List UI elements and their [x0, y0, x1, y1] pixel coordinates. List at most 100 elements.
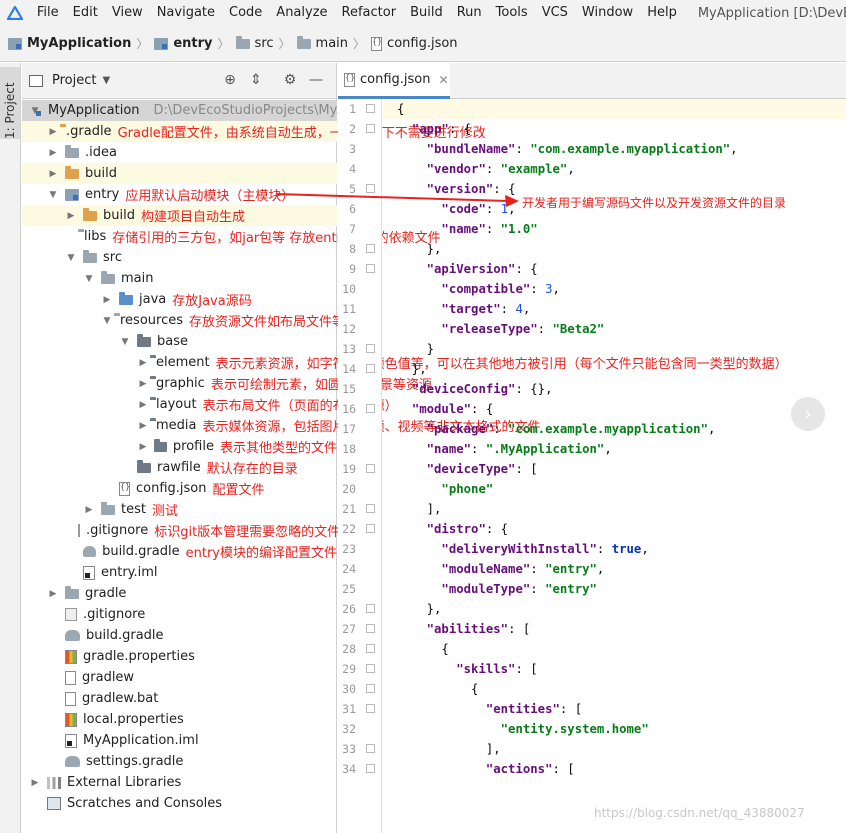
- menu-navigate[interactable]: Navigate: [150, 0, 222, 26]
- tree-item[interactable]: local.properties: [22, 709, 337, 730]
- minimize-icon[interactable]: —: [308, 72, 324, 88]
- menu-code[interactable]: Code: [222, 0, 269, 26]
- tree-item[interactable]: ▼ entry 应用默认启动模块（主模块）: [22, 184, 337, 205]
- tree-item[interactable]: ▼ base: [22, 331, 337, 352]
- tree-item[interactable]: ▶ External Libraries: [22, 772, 337, 793]
- breadcrumb-item-main[interactable]: main 〉: [296, 35, 372, 52]
- fold-marker-icon[interactable]: [366, 104, 375, 113]
- tree-item[interactable]: ▶ gradle: [22, 583, 337, 604]
- tree-item[interactable]: gradlew.bat: [22, 688, 337, 709]
- collapsed-arrow-icon[interactable]: ▶: [82, 505, 96, 515]
- chevron-down-icon[interactable]: ▼: [102, 75, 110, 86]
- tree-item[interactable]: ▶ profile 表示其他类型的文件: [22, 436, 337, 457]
- fold-marker-icon[interactable]: [366, 524, 375, 533]
- collapsed-arrow-icon[interactable]: ▶: [136, 358, 150, 368]
- expanded-arrow-icon[interactable]: ▼: [82, 274, 96, 284]
- menu-edit[interactable]: Edit: [66, 0, 105, 26]
- tree-item[interactable]: ▼ src: [22, 247, 337, 268]
- tree-item[interactable]: config.json 配置文件: [22, 478, 337, 499]
- fold-marker-icon[interactable]: [366, 644, 375, 653]
- collapsed-arrow-icon[interactable]: ▶: [136, 379, 150, 389]
- tree-item[interactable]: ▶ build 构建项目自动生成: [22, 205, 337, 226]
- gear-icon[interactable]: ⚙: [282, 72, 298, 88]
- fold-marker-icon[interactable]: [366, 664, 375, 673]
- tree-item[interactable]: ▼ main: [22, 268, 337, 289]
- tree-item[interactable]: gradlew: [22, 667, 337, 688]
- collapsed-arrow-icon[interactable]: ▶: [64, 211, 78, 221]
- tree-item[interactable]: build.gradle: [22, 625, 337, 646]
- fold-marker-icon[interactable]: [366, 264, 375, 273]
- fold-marker-icon[interactable]: [366, 404, 375, 413]
- fold-marker-icon[interactable]: [366, 704, 375, 713]
- scroll-next-button[interactable]: ›: [791, 397, 825, 431]
- menu-help[interactable]: Help: [640, 0, 684, 26]
- menu-tools[interactable]: Tools: [489, 0, 535, 26]
- breadcrumb-item-entry[interactable]: entry 〉: [154, 35, 235, 52]
- menu-build[interactable]: Build: [403, 0, 450, 26]
- collapsed-arrow-icon[interactable]: ▶: [136, 421, 150, 431]
- tree-item[interactable]: ▶ build: [22, 163, 337, 184]
- tree-item[interactable]: ▶ .idea: [22, 142, 337, 163]
- fold-marker-icon[interactable]: [366, 624, 375, 633]
- fold-marker-icon[interactable]: [366, 684, 375, 693]
- collapsed-arrow-icon[interactable]: ▶: [46, 169, 60, 179]
- tree-item[interactable]: rawfile 默认存在的目录: [22, 457, 337, 478]
- collapse-all-icon[interactable]: ⇕: [248, 72, 264, 88]
- menu-file[interactable]: File: [30, 0, 66, 26]
- fold-marker-icon[interactable]: [366, 364, 375, 373]
- collapsed-arrow-icon[interactable]: ▶: [28, 778, 42, 788]
- tree-item[interactable]: MyApplication.iml: [22, 730, 337, 751]
- collapsed-arrow-icon[interactable]: ▶: [136, 442, 150, 452]
- collapsed-arrow-icon[interactable]: ▶: [46, 127, 60, 137]
- fold-marker-icon[interactable]: [366, 604, 375, 613]
- locate-target-icon[interactable]: ⊕: [222, 72, 238, 88]
- tree-item[interactable]: ▼ resources 存放资源文件如布局文件等: [22, 310, 345, 331]
- tree-item[interactable]: ▶ .gradle Gradle配置文件，由系统自动生成，一般情况下不需要进行修改: [22, 121, 486, 142]
- fold-marker-icon[interactable]: [366, 464, 375, 473]
- menu-view[interactable]: View: [105, 0, 150, 26]
- tree-item[interactable]: ▶ element 表示元素资源，如字符串、颜色值等，可以在其他地方被引用（每个文件…: [22, 352, 788, 373]
- tree-item[interactable]: ▼ MyApplication D:\DevEcoStudioProjects\My…: [22, 100, 354, 121]
- fold-marker-icon[interactable]: [366, 504, 375, 513]
- menu-refactor[interactable]: Refactor: [335, 0, 404, 26]
- tab-config-json[interactable]: config.json ✕: [338, 63, 450, 99]
- tree-item[interactable]: ▶media表示媒体资源，包括图片、音频、视频等非文本格式的文件: [22, 415, 541, 436]
- tree-item[interactable]: ▶ graphic 表示可绘制元素，如圆角、背景等资源: [22, 373, 432, 394]
- menu-run[interactable]: Run: [450, 0, 489, 26]
- project-view-selector[interactable]: Project: [52, 73, 96, 88]
- close-icon[interactable]: ✕: [439, 73, 449, 87]
- tree-item[interactable]: libs 存储引用的三方包，如jar包等 存放entry模块的依赖文件: [22, 226, 441, 247]
- expanded-arrow-icon[interactable]: ▼: [64, 253, 78, 263]
- collapsed-arrow-icon[interactable]: ▶: [136, 400, 150, 410]
- tree-item[interactable]: Scratches and Consoles: [22, 793, 337, 814]
- menu-vcs[interactable]: VCS: [535, 0, 575, 26]
- collapsed-arrow-icon[interactable]: ▶: [100, 295, 114, 305]
- tree-item[interactable]: gradle.properties: [22, 646, 337, 667]
- collapsed-arrow-icon[interactable]: ▶: [46, 589, 60, 599]
- breadcrumb-item-src[interactable]: src 〉: [235, 35, 297, 52]
- expanded-arrow-icon[interactable]: ▼: [46, 190, 60, 200]
- tree-item[interactable]: ▶ java 存放Java源码: [22, 289, 337, 310]
- project-tool-tab[interactable]: 1: Project: [0, 67, 20, 139]
- breadcrumb-item-project[interactable]: MyApplication 〉: [8, 35, 154, 52]
- menu-window[interactable]: Window: [575, 0, 640, 26]
- expanded-arrow-icon[interactable]: ▼: [100, 316, 114, 326]
- fold-marker-icon[interactable]: [366, 744, 375, 753]
- collapsed-arrow-icon[interactable]: ▶: [46, 148, 60, 158]
- fold-marker-icon[interactable]: [366, 344, 375, 353]
- expanded-arrow-icon[interactable]: ▼: [118, 337, 132, 347]
- breadcrumb-item-config[interactable]: config.json: [371, 36, 458, 51]
- tree-item[interactable]: .gitignore 标识git版本管理需要忽略的文件: [22, 520, 340, 541]
- tree-item[interactable]: .gitignore: [22, 604, 337, 625]
- fold-marker-icon[interactable]: [366, 124, 375, 133]
- menu-analyze[interactable]: Analyze: [269, 0, 334, 26]
- fold-marker-icon[interactable]: [366, 244, 375, 253]
- fold-marker-icon[interactable]: [366, 764, 375, 773]
- tree-item[interactable]: entry.iml: [22, 562, 337, 583]
- tree-item[interactable]: settings.gradle: [22, 751, 337, 772]
- tree-item[interactable]: ▶ layout 表示布局文件（页面的布局资源）: [22, 394, 398, 415]
- fold-marker-icon[interactable]: [366, 184, 375, 193]
- tree-item[interactable]: ▶ test 测试: [22, 499, 337, 520]
- tree-item[interactable]: build.gradle entry模块的编译配置文件: [22, 541, 337, 562]
- json-file-icon: [119, 481, 130, 496]
